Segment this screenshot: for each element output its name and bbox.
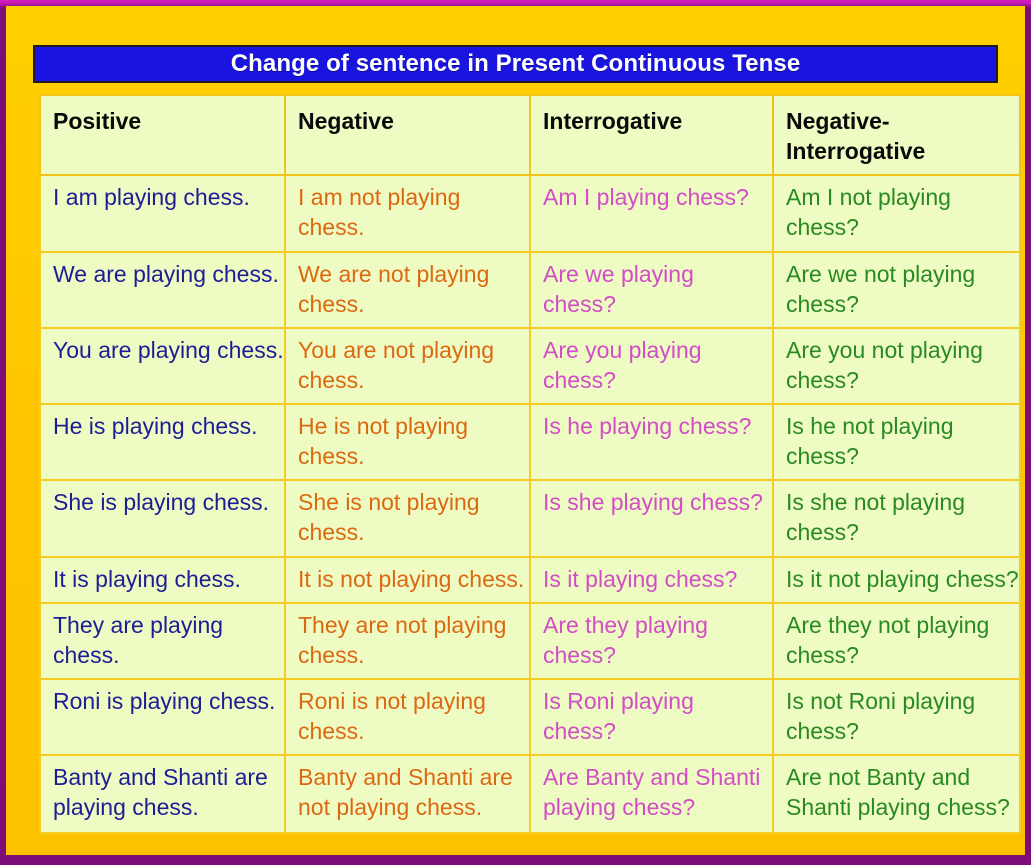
table-row: They are playing chess. They are not pla… — [39, 601, 1021, 680]
table-row: It is playing chess. It is not playing c… — [39, 555, 1021, 604]
table-row: You are playing chess. You are not playi… — [39, 326, 1021, 406]
column-header-negative: Negative — [284, 93, 531, 177]
cell-interrogative: Is she playing chess? — [529, 479, 774, 558]
cell-negative: You are not playing chess. — [284, 326, 531, 406]
cell-positive: You are playing chess. — [39, 326, 286, 406]
cell-negative-interrogative: Am I not playing chess? — [772, 174, 1021, 253]
cell-negative: Banty and Shanti are not playing chess. — [284, 754, 531, 835]
column-header-interrogative: Interrogative — [529, 93, 774, 177]
cell-positive: He is playing chess. — [39, 402, 286, 482]
cell-negative-interrogative: Are you not playing chess? — [772, 326, 1021, 406]
tense-conversion-table: Positive Negative Interrogative Negative… — [39, 93, 1021, 835]
table-row: Banty and Shanti are playing chess. Bant… — [39, 754, 1021, 835]
cell-negative: They are not playing chess. — [284, 601, 531, 680]
cell-positive: Roni is playing chess. — [39, 677, 286, 757]
poster-outer-border: Change of sentence in Present Continuous… — [0, 0, 1031, 865]
cell-interrogative: Are they playing chess? — [529, 601, 774, 680]
column-header-negative-interrogative: Negative-Interrogative — [772, 93, 1021, 177]
table-header-row: Positive Negative Interrogative Negative… — [39, 93, 1021, 177]
cell-interrogative: Am I playing chess? — [529, 174, 774, 253]
cell-negative-interrogative: Is he not playing chess? — [772, 402, 1021, 482]
cell-interrogative: Are you playing chess? — [529, 326, 774, 406]
table-row: She is playing chess. She is not playing… — [39, 479, 1021, 558]
cell-positive: They are playing chess. — [39, 601, 286, 680]
poster-title-bar: Change of sentence in Present Continuous… — [33, 45, 998, 83]
poster-gold-frame: Change of sentence in Present Continuous… — [6, 6, 1025, 855]
table-row: I am playing chess. I am not playing che… — [39, 174, 1021, 253]
cell-negative-interrogative: Is she not playing chess? — [772, 479, 1021, 558]
cell-negative: She is not playing chess. — [284, 479, 531, 558]
cell-negative-interrogative: Are we not playing chess? — [772, 250, 1021, 329]
table-body: I am playing chess. I am not playing che… — [39, 174, 1021, 835]
cell-negative-interrogative: Is not Roni playing chess? — [772, 677, 1021, 757]
cell-negative: Roni is not playing chess. — [284, 677, 531, 757]
table-row: We are playing chess. We are not playing… — [39, 250, 1021, 329]
table-header: Positive Negative Interrogative Negative… — [39, 93, 1021, 177]
cell-interrogative: Are we playing chess? — [529, 250, 774, 329]
cell-interrogative: Is it playing chess? — [529, 555, 774, 604]
cell-negative: It is not playing chess. — [284, 555, 531, 604]
cell-negative: I am not playing chess. — [284, 174, 531, 253]
cell-positive: I am playing chess. — [39, 174, 286, 253]
table-row: He is playing chess. He is not playing c… — [39, 402, 1021, 482]
cell-interrogative: Is he playing chess? — [529, 402, 774, 482]
cell-negative: We are not playing chess. — [284, 250, 531, 329]
cell-negative-interrogative: Is it not playing chess? — [772, 555, 1021, 604]
cell-positive: It is playing chess. — [39, 555, 286, 604]
column-header-positive: Positive — [39, 93, 286, 177]
cell-negative-interrogative: Are they not playing chess? — [772, 601, 1021, 680]
cell-interrogative: Is Roni playing chess? — [529, 677, 774, 757]
cell-positive: Banty and Shanti are playing chess. — [39, 754, 286, 835]
page-title: Change of sentence in Present Continuous… — [230, 50, 801, 77]
cell-positive: She is playing chess. — [39, 479, 286, 558]
cell-interrogative: Are Banty and Shanti playing chess? — [529, 754, 774, 835]
table-row: Roni is playing chess. Roni is not playi… — [39, 677, 1021, 757]
cell-positive: We are playing chess. — [39, 250, 286, 329]
cell-negative: He is not playing chess. — [284, 402, 531, 482]
cell-negative-interrogative: Are not Banty and Shanti playing chess? — [772, 754, 1021, 835]
